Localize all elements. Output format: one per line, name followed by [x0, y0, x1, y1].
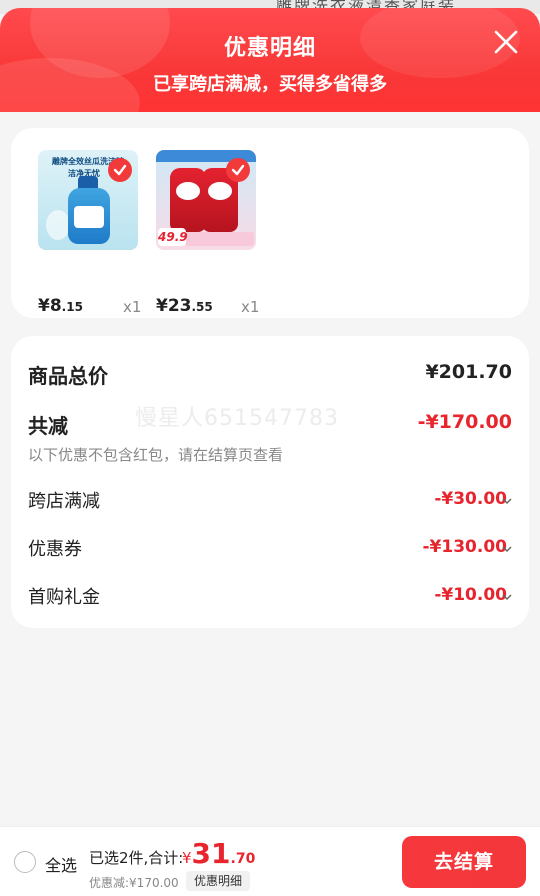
product-price: ¥8.15 — [38, 296, 83, 316]
coupon-value[interactable]: -¥130.00 — [423, 537, 508, 557]
image-price-tag: 49.9 — [158, 228, 188, 246]
coupon-label[interactable]: 优惠券 — [28, 535, 82, 561]
total-reduce-value: -¥170.00 — [417, 411, 512, 433]
product-price: ¥23.55 — [156, 296, 213, 316]
select-all-label[interactable]: 全选 — [45, 852, 77, 876]
product-image: 雕牌全效丝瓜洗洁精 洁净无忧 — [38, 150, 138, 250]
chevron-down-icon[interactable] — [502, 592, 512, 602]
total-amount: ¥31.70 — [182, 837, 256, 870]
product-item[interactable]: 49.9 ¥23.55 x1 — [156, 150, 259, 316]
checkout-bar: 全选 已选2件,合计: ¥31.70 优惠减:¥170.00 优惠明细 去结算 — [0, 826, 540, 896]
product-item[interactable]: 雕牌全效丝瓜洗洁精 洁净无忧 ¥8.15 x1 — [38, 150, 141, 316]
watermark: 慢星人651547783 — [135, 406, 339, 431]
close-button[interactable] — [492, 28, 520, 56]
discount-amount: 优惠减:¥170.00 — [89, 876, 179, 890]
discount-note: 以下优惠不包含红包，请在结算页查看 — [28, 446, 284, 464]
selected-check-icon[interactable] — [108, 158, 132, 182]
first-purchase-gift-label[interactable]: 首购礼金 — [28, 583, 100, 609]
cross-store-discount-label[interactable]: 跨店满减 — [28, 487, 100, 513]
close-icon — [494, 30, 518, 54]
selected-summary: 已选2件,合计: — [89, 849, 184, 867]
cross-store-discount-value[interactable]: -¥30.00 — [434, 489, 507, 509]
chevron-down-icon[interactable] — [502, 544, 512, 554]
first-purchase-gift-value[interactable]: -¥10.00 — [434, 585, 507, 605]
chevron-down-icon[interactable] — [502, 496, 512, 506]
page-subtitle: 已享跨店满减，买得多省得多 — [153, 74, 387, 95]
discount-detail-card: 商品总价 ¥201.70 慢星人651547783 共减 -¥170.00 以下… — [11, 336, 529, 628]
total-price-label: 商品总价 — [28, 364, 108, 388]
select-all-radio[interactable] — [14, 851, 36, 873]
product-qty: x1 — [123, 298, 142, 316]
page-title: 优惠明细 — [223, 36, 316, 61]
total-reduce-label: 共减 — [28, 414, 68, 438]
product-image: 49.9 — [156, 150, 256, 250]
selected-products-card: 雕牌全效丝瓜洗洁精 洁净无忧 ¥8.15 x1 49.9 ¥23.55 x1 — [11, 128, 529, 318]
total-price-value: ¥201.70 — [425, 361, 512, 383]
checkout-button[interactable]: 去结算 — [402, 836, 526, 888]
selected-check-icon[interactable] — [226, 158, 250, 182]
product-qty: x1 — [241, 298, 260, 316]
discount-detail-header: 优惠明细 已享跨店满减，买得多省得多 — [0, 8, 540, 112]
discount-detail-button[interactable]: 优惠明细 — [186, 871, 251, 891]
